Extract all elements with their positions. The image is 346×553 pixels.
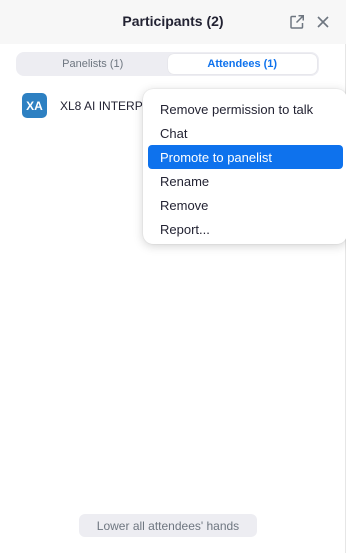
menu-item-rename[interactable]: Rename — [148, 169, 343, 193]
menu-item-remove-permission-to-talk[interactable]: Remove permission to talk — [148, 97, 343, 121]
panel-header: Participants (2) — [0, 0, 346, 44]
close-icon[interactable] — [314, 13, 332, 31]
participant-type-tabs: Panelists (1) Attendees (1) — [16, 52, 319, 76]
lower-all-hands-button[interactable]: Lower all attendees' hands — [79, 514, 257, 537]
tab-attendees[interactable]: Attendees (1) — [167, 54, 317, 74]
menu-item-promote-to-panelist[interactable]: Promote to panelist — [148, 145, 343, 169]
tab-panelists[interactable]: Panelists (1) — [18, 54, 168, 74]
popout-icon[interactable] — [288, 13, 306, 31]
participants-panel: Participants (2) Panelists (1) Attendees… — [0, 0, 346, 553]
menu-item-report[interactable]: Report... — [148, 217, 343, 241]
participant-name: XL8 AI INTERP — [60, 99, 143, 113]
avatar: XA — [22, 93, 47, 118]
menu-item-remove[interactable]: Remove — [148, 193, 343, 217]
menu-item-chat[interactable]: Chat — [148, 121, 343, 145]
participant-context-menu: Remove permission to talk Chat Promote t… — [143, 89, 346, 244]
